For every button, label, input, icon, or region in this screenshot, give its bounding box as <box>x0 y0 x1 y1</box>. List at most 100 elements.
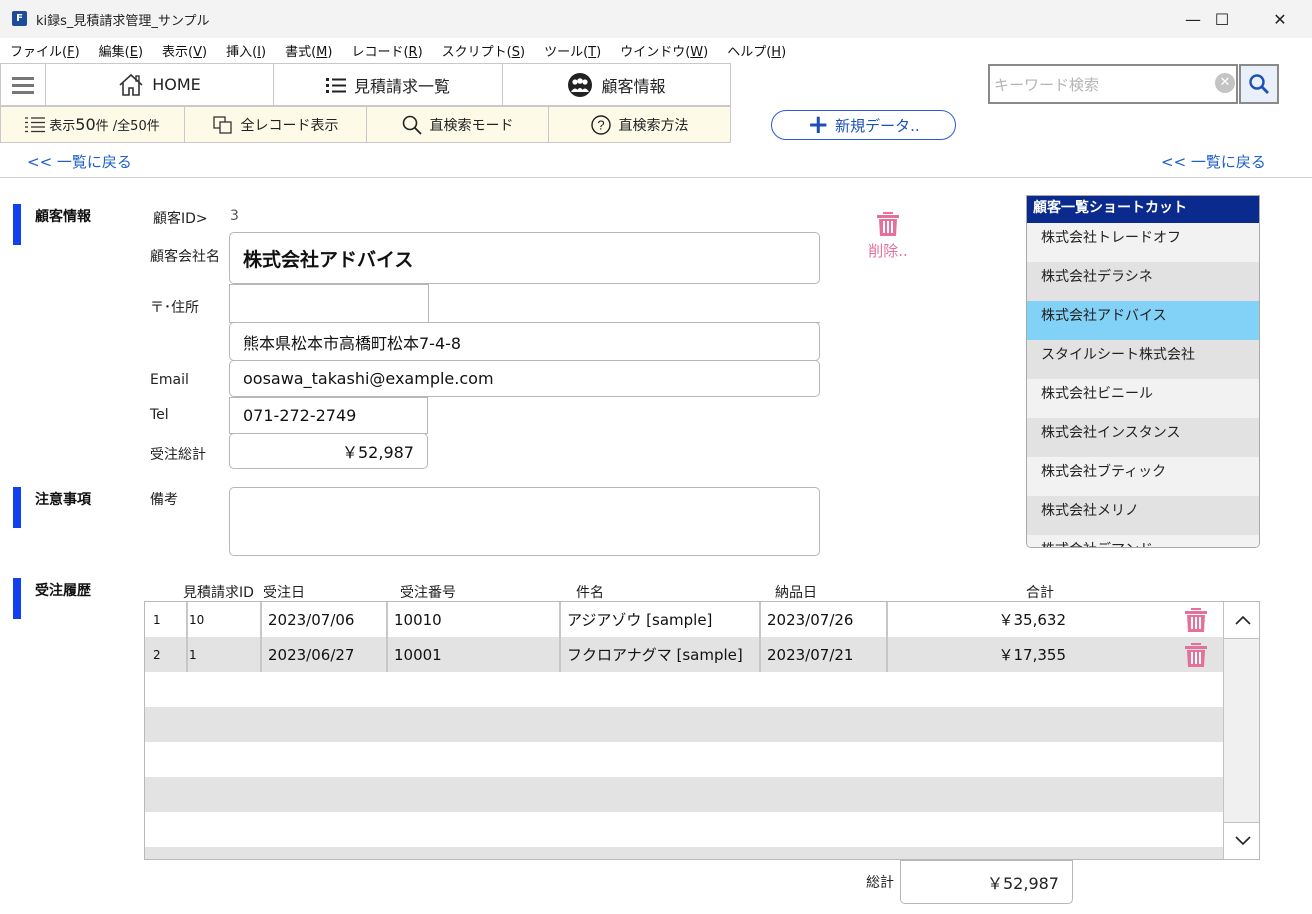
shortcut-item-selected[interactable]: 株式会社アドバイス <box>1027 301 1259 340</box>
menu-window[interactable]: ウインドウ(W) <box>620 41 708 60</box>
company-name-field[interactable]: 株式会社アドバイス <box>229 232 820 284</box>
email-field[interactable]: oosawa_takashi@example.com <box>229 360 820 397</box>
empty-row <box>145 812 1223 847</box>
nav-customers-label: 顧客情報 <box>601 76 666 96</box>
section-title-notes: 注意事項 <box>35 492 91 508</box>
shortcut-list-title: 顧客一覧ショートカット <box>1027 196 1259 223</box>
address-field[interactable]: 熊本県松本市高橋町松本7-4-8 <box>229 322 820 361</box>
delivery-date-cell[interactable]: 2023/07/26 <box>767 602 853 637</box>
estimate-id-cell[interactable]: 1 <box>189 637 197 672</box>
table-row[interactable]: 2 1 2023/06/27 10001 フクロアナグマ [sample] 20… <box>145 637 1223 672</box>
hamburger-menu-button[interactable] <box>0 63 46 106</box>
find-mode-button[interactable]: 直検索モード <box>366 106 549 143</box>
shortcut-item[interactable]: 株式会社ビニール <box>1027 379 1259 418</box>
notes-field[interactable] <box>229 487 820 556</box>
record-count-number: 50 <box>75 115 96 134</box>
shortcut-item[interactable]: 株式会社デラシネ <box>1027 262 1259 301</box>
order-number-cell[interactable]: 10010 <box>394 602 442 637</box>
col-delivery-date: 納品日 <box>775 585 817 601</box>
customer-id-value: 3 <box>230 208 239 224</box>
nav-estimates-button[interactable]: 見積請求一覧 <box>273 63 503 106</box>
find-help-button[interactable]: ? 直検索方法 <box>548 106 731 143</box>
menu-insert[interactable]: 挿入(I) <box>226 41 266 60</box>
row-number: 1 <box>153 612 161 627</box>
close-button[interactable]: ✕ <box>1251 0 1309 38</box>
list-icon <box>325 77 346 93</box>
search-box <box>988 64 1238 104</box>
shortcut-item[interactable]: 株式会社メリノ <box>1027 496 1259 535</box>
list-lines-icon <box>25 116 46 132</box>
empty-row <box>145 777 1223 812</box>
customer-id-label: 顧客ID> <box>153 211 208 227</box>
window-title: ki録s_見積請求管理_サンプル <box>36 14 210 29</box>
address-label: 〒･住所 <box>150 300 199 316</box>
back-to-list-link-right[interactable]: << 一覧に戻る <box>1161 151 1266 172</box>
back-to-list-link-left[interactable]: << 一覧に戻る <box>27 151 132 172</box>
shortcut-item[interactable]: 株式会社トレードオフ <box>1027 223 1259 262</box>
table-row[interactable]: 1 10 2023/07/06 10010 アジアゾウ [sample] 202… <box>145 602 1223 637</box>
row-delete-button[interactable] <box>1185 637 1207 672</box>
copy-icon <box>212 115 232 134</box>
search-input[interactable] <box>994 74 1204 96</box>
record-count-suffix: 件 /全50件 <box>95 119 160 134</box>
section-title-customer: 顧客情報 <box>35 209 91 225</box>
grand-total-label: 総計 <box>866 875 894 891</box>
table-scrollbar[interactable] <box>1223 602 1259 859</box>
show-all-records-label: 全レコード表示 <box>240 117 339 134</box>
new-record-button[interactable]: + 新規データ.. <box>771 110 956 140</box>
home-icon <box>119 73 143 96</box>
tel-label: Tel <box>150 407 169 423</box>
find-mode-label: 直検索モード <box>429 117 514 134</box>
app-icon: F <box>12 11 27 26</box>
zip-field-2[interactable] <box>428 284 820 323</box>
menu-records[interactable]: レコード(R) <box>351 41 422 60</box>
scroll-up-button[interactable] <box>1224 602 1259 639</box>
chevron-up-icon <box>1234 615 1251 625</box>
empty-row <box>145 707 1223 742</box>
menu-format[interactable]: 書式(M) <box>285 41 332 60</box>
menu-scripts[interactable]: スクリプト(S) <box>442 41 525 60</box>
menu-file[interactable]: ファイル(F) <box>10 41 80 60</box>
svg-text:?: ? <box>597 117 604 132</box>
chevron-down-icon <box>1234 836 1251 846</box>
tel-field[interactable]: 071-272-2749 <box>229 397 428 434</box>
menu-view[interactable]: 表示(V) <box>162 41 207 60</box>
grand-total-field: ￥52,987 <box>900 860 1073 904</box>
nav-customers-button[interactable]: 顧客情報 <box>502 63 731 106</box>
shortcut-item[interactable]: スタイルシート株式会社 <box>1027 340 1259 379</box>
show-all-records-button[interactable]: 全レコード表示 <box>184 106 367 143</box>
record-count-button[interactable]: 表示 50 件 /全50件 <box>0 106 185 143</box>
delete-record-button[interactable]: 削除.. <box>862 212 914 261</box>
shortcut-item[interactable]: 株式会社ブティック <box>1027 457 1259 496</box>
menu-help[interactable]: ヘルプ(H) <box>727 41 786 60</box>
order-date-cell[interactable]: 2023/06/27 <box>268 637 354 672</box>
subject-cell[interactable]: アジアゾウ [sample] <box>567 602 712 637</box>
nav-home-label: HOME <box>152 75 201 94</box>
col-total: 合計 <box>1026 585 1054 601</box>
notes-label: 備考 <box>150 492 178 508</box>
record-count-prefix: 表示 <box>49 119 76 134</box>
total-cell: ￥17,355 <box>998 646 1067 664</box>
nav-home-button[interactable]: HOME <box>45 63 274 106</box>
col-subject: 件名 <box>576 585 604 601</box>
row-delete-button[interactable] <box>1185 602 1207 637</box>
menu-edit[interactable]: 編集(E) <box>99 41 143 60</box>
clear-search-icon[interactable]: ✕ <box>1215 73 1235 93</box>
scroll-down-button[interactable] <box>1224 822 1259 859</box>
search-button[interactable] <box>1239 64 1279 104</box>
estimate-id-cell[interactable]: 10 <box>189 602 204 637</box>
maximize-button[interactable]: ☐ <box>1193 0 1251 38</box>
help-icon: ? <box>590 114 611 135</box>
search-icon <box>402 115 422 135</box>
hamburger-icon <box>12 76 34 94</box>
menu-tools[interactable]: ツール(T) <box>544 41 601 60</box>
zip-field[interactable] <box>229 284 429 323</box>
order-number-cell[interactable]: 10001 <box>394 637 442 672</box>
subject-cell[interactable]: フクロアナグマ [sample] <box>567 637 743 672</box>
shortcut-item[interactable]: 株式会社インスタンス <box>1027 418 1259 457</box>
delivery-date-cell[interactable]: 2023/07/21 <box>767 637 853 672</box>
shortcut-item[interactable]: 株式会社デマンド <box>1027 535 1259 547</box>
customer-shortcut-list: 顧客一覧ショートカット 株式会社トレードオフ 株式会社デラシネ 株式会社アドバイ… <box>1026 195 1260 548</box>
order-date-cell[interactable]: 2023/07/06 <box>268 602 354 637</box>
order-total-field: ￥52,987 <box>229 433 428 469</box>
